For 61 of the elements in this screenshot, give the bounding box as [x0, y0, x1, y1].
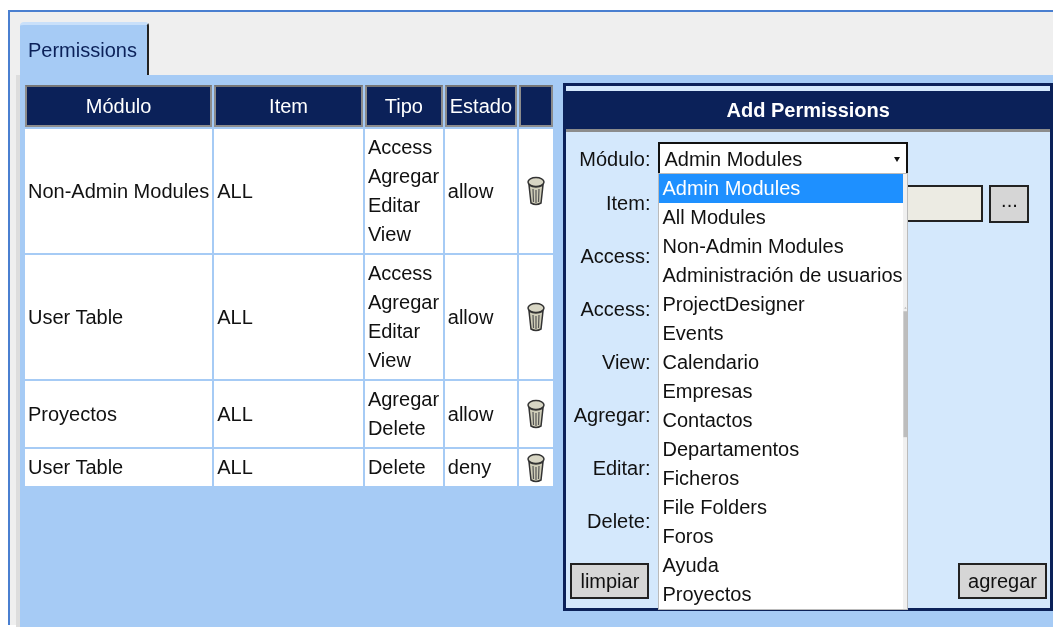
type-label: View	[367, 222, 412, 247]
type-label: Delete	[367, 416, 427, 441]
dropdown-option[interactable]: File Folders	[659, 493, 903, 522]
dropdown-option[interactable]: Ayuda	[659, 551, 903, 580]
table-cell: deny	[444, 449, 518, 486]
field-label: Agregar:	[573, 404, 651, 427]
table-cell: allow	[444, 255, 518, 379]
browse-button[interactable]: ...	[989, 184, 1030, 223]
dropdown-option[interactable]: Contactos	[659, 406, 903, 435]
dropdown-option[interactable]: Calendario	[659, 348, 903, 377]
field-label: Access:	[580, 298, 651, 321]
column-header: Tipo	[364, 85, 443, 127]
type-label: Editar	[367, 193, 422, 218]
type-label: Agregar	[367, 290, 440, 315]
column-header: Estado	[444, 85, 518, 127]
type-label: Agregar	[367, 387, 440, 412]
type-label: Editar	[367, 319, 422, 344]
dropdown-option[interactable]: Administración de usuarios	[659, 261, 903, 290]
type-label: Delete	[367, 455, 427, 480]
type-label: Access	[367, 261, 434, 286]
table-cell: ALL	[214, 129, 363, 253]
type-label: Agregar	[367, 164, 440, 189]
table-cell: User Table	[25, 449, 213, 486]
table-cell: allow	[444, 381, 518, 447]
table-cell: allow	[444, 129, 518, 253]
dropdown-option[interactable]: Events	[659, 319, 903, 348]
field-label: Access:	[580, 245, 651, 268]
table-cell: User Table	[25, 255, 213, 379]
field-label: Item:	[606, 192, 651, 215]
field-label: Módulo:	[579, 147, 651, 171]
tab[interactable]: Permissions	[20, 22, 149, 75]
table-cell: Non-Admin Modules	[25, 129, 213, 253]
form-button[interactable]: agregar	[958, 563, 1047, 599]
trash-icon[interactable]	[526, 176, 547, 206]
table-cell: ALL	[214, 449, 363, 486]
dropdown-option[interactable]: Departamentos	[659, 435, 903, 464]
dropdown-arrow-icon	[894, 156, 901, 162]
dropdown-option[interactable]: Non-Admin Modules	[659, 232, 903, 261]
type-label: View	[367, 348, 412, 373]
dropdown-option[interactable]: All Modules	[659, 203, 903, 232]
column-header: Módulo	[25, 85, 213, 127]
field-label: Editar:	[592, 457, 651, 480]
trash-icon[interactable]	[526, 302, 547, 332]
module-select[interactable]: Admin Modules	[658, 142, 909, 176]
dropdown-option[interactable]: Foros	[659, 522, 903, 551]
form-button[interactable]: limpiar	[570, 563, 650, 599]
table-cell: ALL	[214, 381, 363, 447]
field-label: Delete:	[587, 510, 651, 533]
field-label: View:	[601, 351, 651, 374]
type-label: Access	[367, 135, 434, 160]
table-cell: ALL	[214, 255, 363, 379]
dropdown-option[interactable]: Empresas	[659, 377, 903, 406]
column-header: Item	[214, 85, 363, 127]
panel-title: Add Permissions	[566, 91, 1050, 132]
dropdown-option[interactable]: Ficheros	[659, 464, 903, 493]
dropdown-option[interactable]: ProjectDesigner	[659, 290, 903, 319]
dropdown-option[interactable]: Proyectos	[659, 580, 903, 609]
table-cell: Proyectos	[25, 381, 213, 447]
trash-icon[interactable]	[526, 452, 547, 483]
trash-icon[interactable]	[526, 399, 547, 429]
column-header	[519, 85, 554, 127]
